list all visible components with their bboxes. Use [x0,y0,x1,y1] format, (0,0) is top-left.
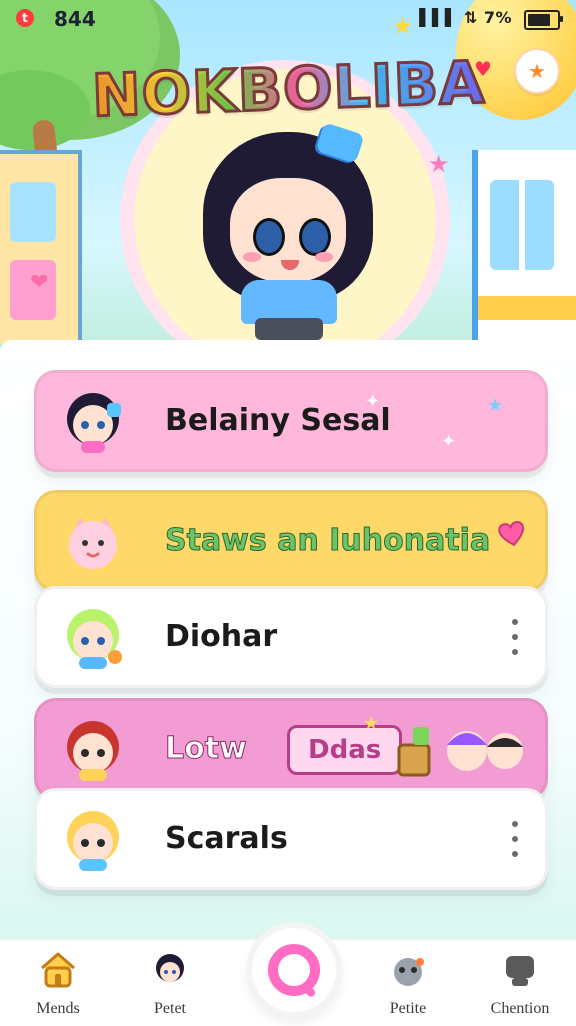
character-eye-left [253,218,285,256]
friends-icon [395,711,527,791]
record-indicator: t [16,9,34,27]
heart-icon[interactable]: ♥ [462,48,504,90]
battery-icon [524,10,563,30]
nav-item-chention[interactable]: Chention [472,948,568,1022]
nav-item-petet[interactable]: Petet [122,948,218,1022]
avatar-blonde-icon [67,811,119,871]
bottom-navigation: Mends Petet Petite Chention [0,922,576,1026]
nav-item-petite[interactable]: Petite [360,948,456,1022]
character-shorts [255,318,323,340]
list-item-label: Belainy Sesal [165,403,391,438]
star-icon: ★ [363,713,380,734]
hero-character [183,120,393,345]
character-eye-right [299,218,331,256]
search-button[interactable] [246,922,342,1018]
list-item[interactable]: Scarals [34,788,548,890]
home-icon [36,948,80,992]
character-cheek-left [243,252,261,262]
character-cheek-right [315,252,333,262]
avatar-red-hair-icon [67,721,119,781]
building-right [472,150,576,350]
avatar-girl-icon [67,393,121,453]
more-vertical-icon[interactable] [509,619,521,655]
nav-label: Mends [36,1000,80,1017]
nav-label: Chention [490,1000,550,1017]
list-item[interactable]: Diohar [34,586,548,688]
status-bar: t 844 ▌▌▌ ⇅ 7% [0,0,576,36]
star-icon: ★ [487,395,504,416]
list-item[interactable]: Lotw Ddas ★ [34,698,548,800]
list-item[interactable]: Belainy Sesal ✦ ✦ ★ [34,370,548,472]
building-left [0,150,82,344]
avatar [55,599,131,675]
star-icon: ★ [428,150,450,178]
nav-label: Petite [389,1000,427,1017]
list-item-label: Diohar [165,619,278,654]
avatar [55,503,131,579]
more-vertical-icon[interactable] [509,821,521,857]
status-signal: ▌▌▌ ⇅ 7% [419,8,512,27]
battery-fill [528,14,550,26]
avatar-cat-icon [69,517,117,569]
status-time: 844 [54,7,96,31]
chat-icon [498,948,542,992]
sparkle-icon: ✦ [365,391,381,412]
star-icon[interactable]: ★ [514,48,560,94]
avatar [55,711,131,787]
sparkle-icon: ✦ [441,431,457,452]
app-title: NOKBOLIBA [89,47,487,132]
list-item-tag: Ddas [287,725,403,775]
avatar [55,801,131,877]
nav-label: Petet [154,1000,186,1017]
list-panel: Belainy Sesal ✦ ✦ ★ Staws an Iuhonatia D… [0,340,576,940]
avatar [55,383,131,459]
search-icon [268,944,320,996]
pet-icon [386,948,430,992]
avatar-green-hair-icon [67,609,122,669]
profile-avatar-icon [148,948,192,992]
list-item[interactable]: Staws an Iuhonatia [34,490,548,592]
list-item-label: Lotw [165,731,248,767]
list-item-label: Scarals [165,821,288,856]
list-item-label: Staws an Iuhonatia [164,523,491,559]
heart-icon: ❤ [30,270,49,295]
heart-icon [495,517,530,552]
nav-item-mends[interactable]: Mends [10,948,106,1022]
